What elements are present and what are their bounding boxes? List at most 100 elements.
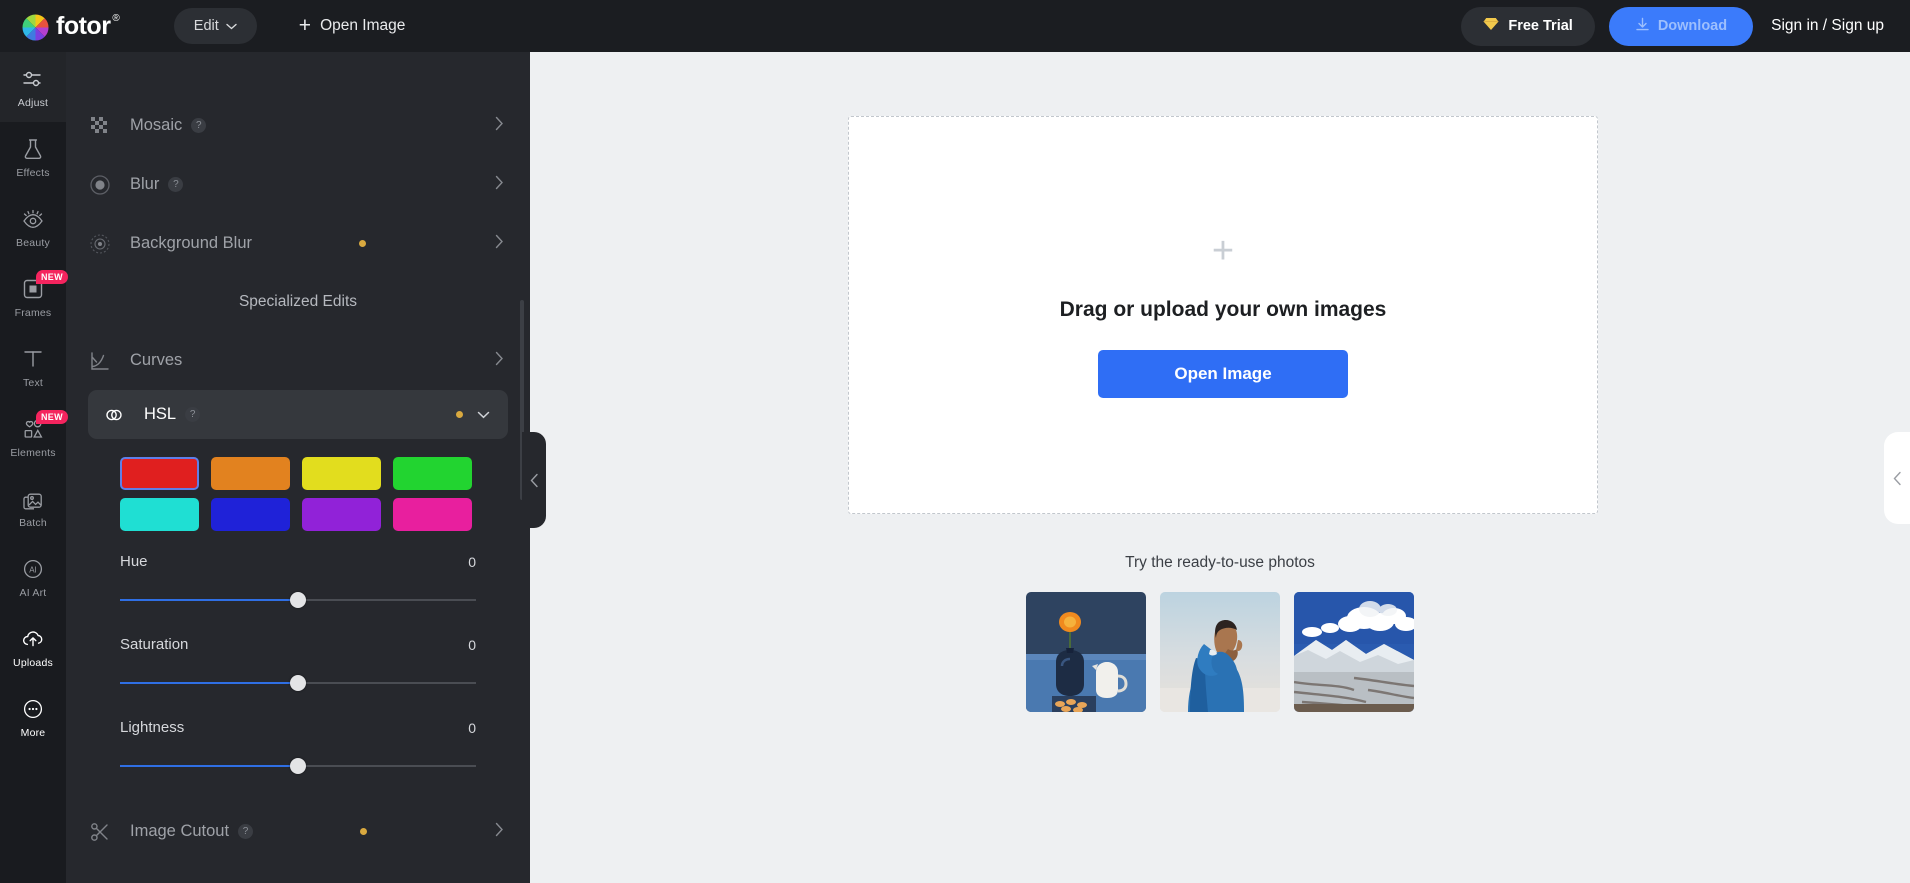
chevron-right-icon-image-cutout: [495, 822, 504, 842]
rail-label-ai-art: AI Art: [20, 587, 47, 599]
download-icon: [1635, 17, 1650, 36]
chevron-right-icon-background-blur: [495, 234, 504, 254]
help-icon-hsl[interactable]: ?: [185, 407, 200, 422]
rail-label-effects: Effects: [16, 167, 49, 179]
plus-icon: +: [299, 18, 311, 34]
rail-item-effects[interactable]: Effects: [0, 122, 66, 192]
mosaic-icon: [88, 114, 112, 138]
ready-photos-list: [530, 592, 1910, 712]
canvas-area: + Drag or upload your own images Open Im…: [530, 52, 1910, 883]
swatch-green[interactable]: [393, 457, 472, 490]
fotor-logo-icon: [22, 14, 49, 41]
slider-label-saturation: Saturation: [120, 636, 188, 653]
help-icon-image-cutout[interactable]: ?: [238, 824, 253, 839]
ready-photo-still-life[interactable]: [1026, 592, 1146, 712]
rail-item-uploads[interactable]: Uploads: [0, 612, 66, 682]
free-trial-button[interactable]: Free Trial: [1461, 7, 1594, 46]
ai-icon: AI: [20, 556, 46, 582]
slider-thumb-saturation[interactable]: [290, 675, 306, 691]
hsl-color-swatches: [66, 439, 530, 531]
svg-text:AI: AI: [29, 565, 37, 574]
right-panel-expand-handle[interactable]: [1884, 432, 1910, 524]
slider-thumb-hue[interactable]: [290, 592, 306, 608]
panel-row-mosaic[interactable]: Mosaic ?: [66, 96, 530, 155]
chevron-down-icon-hsl[interactable]: [477, 405, 490, 424]
flask-icon: [20, 136, 46, 162]
rail-label-beauty: Beauty: [16, 237, 50, 249]
slider-label-hue: Hue: [120, 553, 148, 570]
swatch-magenta[interactable]: [393, 498, 472, 531]
rail-item-more[interactable]: More: [0, 682, 66, 752]
slider-value-hue: 0: [468, 554, 476, 570]
help-icon-mosaic[interactable]: ?: [191, 118, 206, 133]
panel-label-background-blur: Background Blur: [130, 234, 252, 253]
sign-in-sign-up-link[interactable]: Sign in / Sign up: [1767, 17, 1888, 35]
dropzone-title: Drag or upload your own images: [1060, 298, 1387, 322]
sliders-icon: [20, 66, 46, 92]
swatch-red[interactable]: [120, 457, 199, 490]
rail-item-ai-art[interactable]: AI AI Art: [0, 542, 66, 612]
swatch-yellow[interactable]: [302, 457, 381, 490]
download-button[interactable]: Download: [1609, 7, 1753, 46]
slider-track-saturation[interactable]: [120, 669, 476, 697]
rail-item-frames[interactable]: NEW Frames: [0, 262, 66, 332]
open-image-top-button[interactable]: + Open Image: [299, 17, 406, 35]
swatch-orange[interactable]: [211, 457, 290, 490]
new-badge-frames: NEW: [36, 270, 68, 284]
open-image-button[interactable]: Open Image: [1098, 350, 1348, 398]
diamond-icon: [1483, 17, 1499, 35]
rail-item-batch[interactable]: Batch: [0, 472, 66, 542]
rail-label-elements: Elements: [10, 447, 55, 459]
slider-label-lightness: Lightness: [120, 719, 184, 736]
edit-menu-label: Edit: [194, 18, 219, 34]
swatch-blue[interactable]: [211, 498, 290, 531]
blur-icon: [88, 173, 112, 197]
panel-row-background-blur[interactable]: Background Blur: [66, 214, 530, 273]
pro-dot-background-blur: [359, 240, 366, 247]
ready-photo-man-hoodie[interactable]: [1160, 592, 1280, 712]
slider-thumb-lightness[interactable]: [290, 758, 306, 774]
top-bar-actions: Free Trial Download Sign in / Sign up: [1461, 7, 1888, 46]
panel-row-curves[interactable]: Curves: [66, 331, 530, 390]
slider-track-hue[interactable]: [120, 586, 476, 614]
panel-row-image-cutout[interactable]: Image Cutout ?: [66, 802, 530, 861]
curves-icon: [88, 349, 112, 373]
rail-item-elements[interactable]: NEW Elements: [0, 402, 66, 472]
fotor-logo[interactable]: fotor ®: [22, 12, 120, 41]
chevron-down-icon: [226, 18, 237, 34]
panel-collapse-handle[interactable]: [522, 432, 546, 528]
rail-label-batch: Batch: [19, 517, 47, 529]
cloud-up-icon: [20, 626, 46, 652]
slider-value-lightness: 0: [468, 720, 476, 736]
ready-photo-mountain[interactable]: [1294, 592, 1414, 712]
swatch-cyan[interactable]: [120, 498, 199, 531]
slider-hue: Hue 0: [66, 553, 530, 614]
panel-label-curves: Curves: [130, 351, 182, 370]
help-icon-blur[interactable]: ?: [168, 177, 183, 192]
image-dropzone[interactable]: + Drag or upload your own images Open Im…: [848, 116, 1598, 514]
swatch-purple[interactable]: [302, 498, 381, 531]
rail-label-more: More: [21, 727, 46, 739]
top-bar: fotor ® Edit + Open Image Free Trial: [0, 0, 1910, 52]
rail-label-text: Text: [23, 377, 43, 389]
slider-saturation: Saturation 0: [66, 636, 530, 697]
rail-label-frames: Frames: [15, 307, 52, 319]
slider-track-lightness[interactable]: [120, 752, 476, 780]
open-image-top-label: Open Image: [320, 17, 405, 35]
eye-icon: [20, 206, 46, 232]
panel-row-hsl[interactable]: HSL ?: [88, 390, 508, 439]
adjust-panel: Mosaic ? Blur ? Background Blur: [66, 52, 530, 883]
download-label: Download: [1658, 18, 1727, 34]
rail-label-adjust: Adjust: [18, 97, 48, 109]
slider-lightness: Lightness 0: [66, 719, 530, 780]
rail-item-beauty[interactable]: Beauty: [0, 192, 66, 262]
rail-label-uploads: Uploads: [13, 657, 53, 669]
rail-item-adjust[interactable]: Adjust: [0, 52, 66, 122]
panel-row-partial[interactable]: [66, 52, 530, 96]
edit-menu-button[interactable]: Edit: [174, 8, 257, 44]
panel-row-blur[interactable]: Blur ?: [66, 155, 530, 214]
slider-value-saturation: 0: [468, 637, 476, 653]
plus-icon-dropzone: +: [1212, 232, 1234, 270]
rail-item-text[interactable]: Text: [0, 332, 66, 402]
panel-label-mosaic: Mosaic: [130, 116, 182, 135]
